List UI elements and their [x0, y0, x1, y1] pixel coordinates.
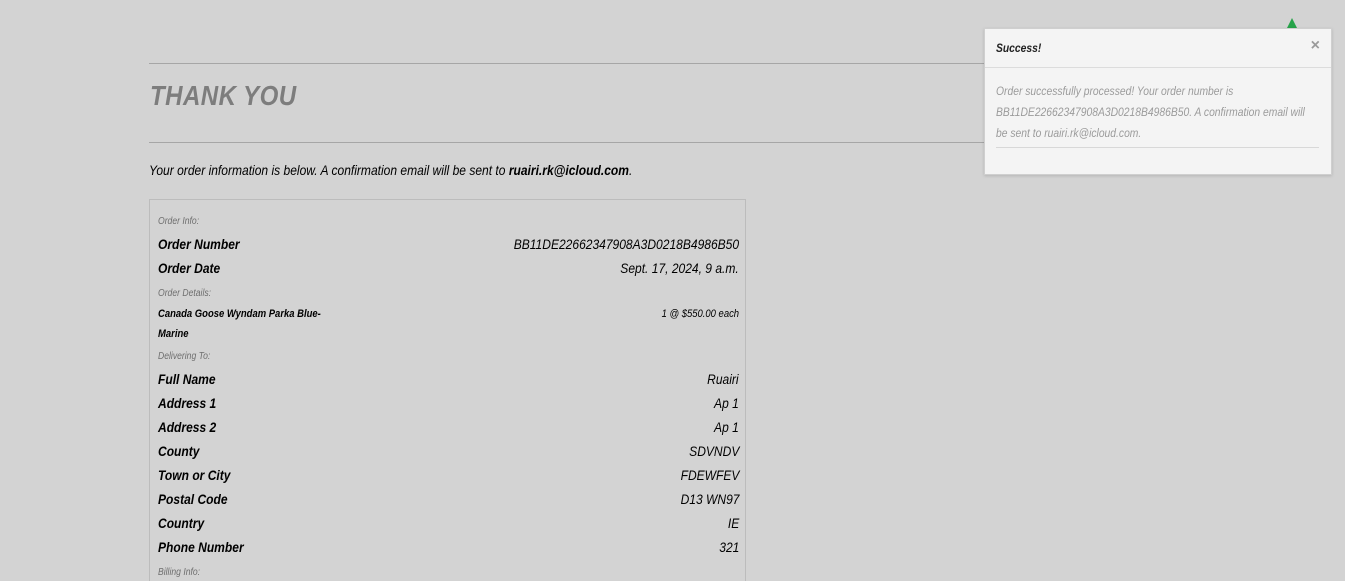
- delivery-value: D13 WN97: [680, 491, 739, 507]
- page-title: THANK YOU: [150, 80, 297, 111]
- intro-message: Your order information is below. A confi…: [149, 162, 509, 178]
- billing-info-label: Billing Info:: [158, 567, 201, 578]
- order-info-label: Order Info:: [158, 216, 200, 227]
- delivery-row: County SDVNDV: [158, 443, 739, 463]
- delivery-label: County: [158, 443, 200, 459]
- delivery-value: 321: [718, 539, 739, 555]
- delivery-row: Country IE: [158, 515, 739, 535]
- delivery-row: Postal Code D13 WN97: [158, 491, 739, 511]
- delivery-label: Country: [158, 515, 205, 531]
- delivery-label: Phone Number: [158, 539, 244, 555]
- success-toast: Success! × Order successfully processed!…: [984, 28, 1332, 175]
- order-details-label: Order Details:: [158, 288, 212, 299]
- toast-divider: [996, 147, 1319, 148]
- delivery-label: Postal Code: [158, 491, 228, 507]
- product-quantity: 1 @ $550.00 each: [661, 308, 739, 320]
- delivery-row: Address 2 Ap 1: [158, 419, 739, 439]
- order-number-label: Order Number: [158, 236, 240, 252]
- toast-title: Success!: [996, 41, 1042, 55]
- delivery-value: Ruairi: [707, 371, 739, 387]
- close-icon[interactable]: ×: [1311, 37, 1320, 55]
- delivery-label: Address 2: [158, 419, 217, 435]
- delivery-row: Address 1 Ap 1: [158, 395, 739, 415]
- delivery-label: Address 1: [158, 395, 217, 411]
- order-number-row: Order Number BB11DE22662347908A3D0218B49…: [158, 236, 739, 256]
- delivery-value: SDVNDV: [688, 443, 739, 459]
- intro-end: .: [628, 162, 633, 178]
- product-name: Canada Goose Wyndam Parka Blue-Marine: [158, 308, 321, 340]
- delivery-label: Full Name: [158, 371, 216, 387]
- toast-message: Order successfully processed! Your order…: [996, 84, 1305, 140]
- order-date-row: Order Date Sept. 17, 2024, 9 a.m.: [158, 260, 739, 280]
- delivery-value: Ap 1: [714, 419, 739, 435]
- toast-header: Success! ×: [985, 29, 1331, 68]
- order-number-value: BB11DE22662347908A3D0218B4986B50: [513, 236, 739, 252]
- delivering-to-label: Delivering To:: [158, 351, 211, 362]
- intro-email: ruairi.rk@icloud.com: [508, 162, 629, 178]
- order-date-value: Sept. 17, 2024, 9 a.m.: [620, 260, 739, 276]
- delivery-row: Phone Number 321: [158, 539, 739, 559]
- order-summary-box: Order Info: Order Number BB11DE226623479…: [149, 199, 746, 581]
- delivery-value: IE: [727, 515, 739, 531]
- delivery-row: Full Name Ruairi: [158, 371, 739, 391]
- order-date-label: Order Date: [158, 260, 221, 276]
- intro-text: Your order information is below. A confi…: [149, 162, 632, 178]
- delivery-value: FDEWFEV: [680, 467, 739, 483]
- checkout-success-page: THANK YOU Your order information is belo…: [0, 0, 1345, 581]
- toast-arrow-icon: [1287, 18, 1297, 28]
- delivery-row: Town or City FDEWFEV: [158, 467, 739, 487]
- delivery-label: Town or City: [158, 467, 231, 483]
- delivery-value: Ap 1: [714, 395, 739, 411]
